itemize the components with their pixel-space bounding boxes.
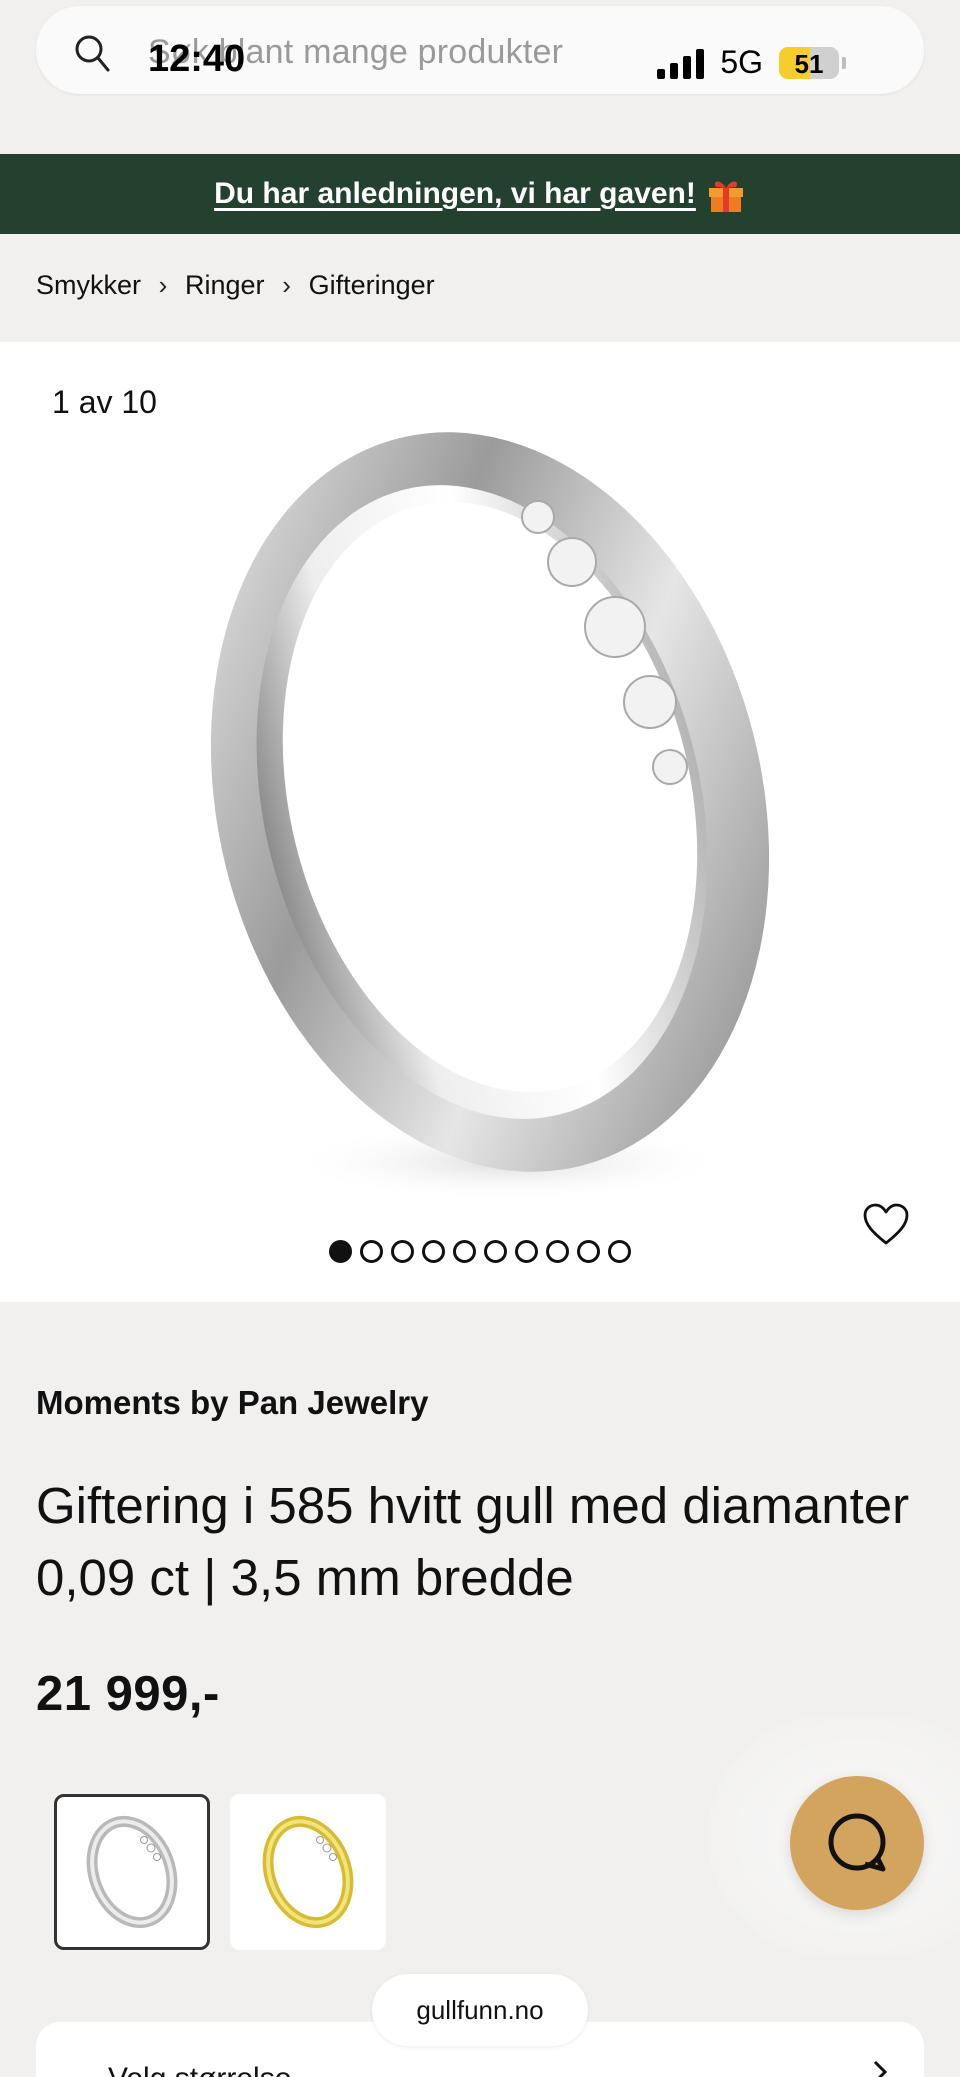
status-time: 12:40	[148, 38, 246, 80]
variant-yellow-gold[interactable]	[230, 1794, 386, 1950]
variant-white-gold[interactable]	[54, 1794, 210, 1950]
status-indicators: 5G 51	[657, 44, 846, 81]
ring-thumbnail-yellow	[262, 1815, 354, 1929]
chat-icon	[828, 1813, 886, 1872]
signal-icon	[657, 47, 705, 79]
carousel-dot[interactable]	[360, 1240, 383, 1263]
search-bar[interactable]: Søk blant mange produkter 12:40 5G 51	[36, 6, 924, 94]
top-bar: Søk blant mange produkter 12:40 5G 51	[0, 0, 960, 154]
browser-url[interactable]: gullfunn.no	[372, 1974, 588, 2046]
heart-icon[interactable]	[862, 1202, 910, 1246]
carousel-dot[interactable]	[577, 1240, 600, 1263]
chat-button[interactable]	[790, 1776, 924, 1910]
search-icon	[75, 35, 110, 72]
carousel-dot[interactable]	[484, 1240, 507, 1263]
chevron-right-icon: ›	[158, 270, 168, 300]
breadcrumb: Smykker › Ringer › Gifteringer	[36, 270, 435, 301]
product-brand[interactable]: Moments by Pan Jewelry	[36, 1384, 428, 1422]
breadcrumb-gifteringer[interactable]: Gifteringer	[309, 270, 435, 301]
promo-banner: Du har anledningen, vi har gaven!	[0, 154, 960, 234]
gift-icon	[708, 181, 743, 212]
battery-icon: 51	[779, 46, 839, 79]
carousel-dot[interactable]	[391, 1240, 414, 1263]
product-title: Giftering i 585 hvitt gull med diamanter…	[36, 1477, 910, 1606]
carousel-dot[interactable]	[515, 1240, 538, 1263]
chevron-right-icon	[873, 2060, 888, 2077]
product-image[interactable]	[160, 402, 800, 1222]
chevron-right-icon: ›	[282, 270, 291, 300]
network-type: 5G	[720, 44, 763, 80]
breadcrumb-smykker[interactable]: Smykker	[36, 270, 141, 301]
product-price: 21 999,-	[36, 1667, 220, 1721]
product-gallery[interactable]: 1 av 10	[0, 342, 960, 1302]
carousel-dots[interactable]	[0, 1240, 960, 1263]
promo-link[interactable]: Du har anledningen, vi har gaven!	[214, 177, 696, 211]
carousel-dot[interactable]	[422, 1240, 445, 1263]
carousel-dot[interactable]	[608, 1240, 631, 1263]
size-selector-label: Velg størrelse	[108, 2062, 291, 2077]
carousel-dot[interactable]	[329, 1240, 352, 1263]
carousel-dot[interactable]	[453, 1240, 476, 1263]
variant-selector	[54, 1794, 386, 1950]
battery-level: 51	[794, 48, 824, 79]
carousel-dot[interactable]	[546, 1240, 569, 1263]
image-counter: 1 av 10	[52, 384, 157, 420]
ring-thumbnail-white	[86, 1815, 178, 1929]
breadcrumb-ringer[interactable]: Ringer	[185, 270, 265, 301]
